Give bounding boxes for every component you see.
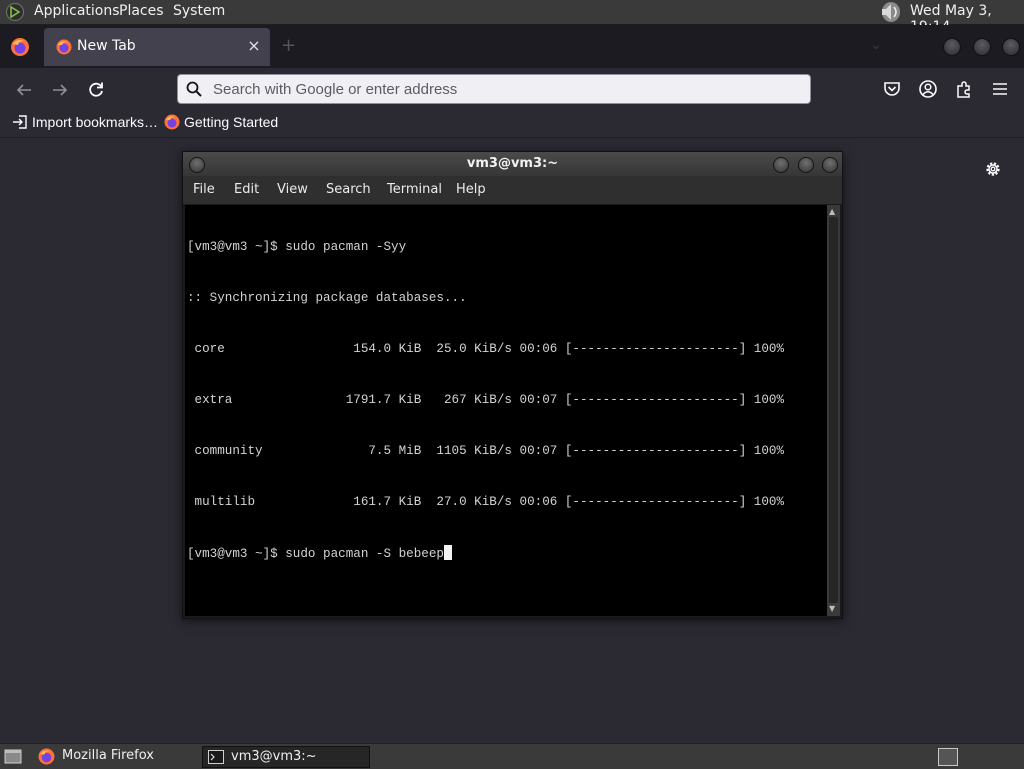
terminal-line: community 7.5 MiB 1105 KiB/s 00:07 [----… (187, 444, 785, 458)
menu-search[interactable]: Search (326, 182, 371, 197)
firefox-menu-icon[interactable] (10, 37, 30, 57)
import-icon (13, 115, 27, 129)
terminal-line: multilib 161.7 KiB 27.0 KiB/s 00:06 [---… (187, 495, 785, 509)
hamburger-menu-icon[interactable] (990, 79, 1010, 99)
terminal-line: [vm3@vm3 ~]$ sudo pacman -Syy (187, 240, 407, 254)
search-icon (186, 81, 202, 97)
reload-icon[interactable] (85, 79, 107, 101)
bookmark-import[interactable]: Import bookmarks… (12, 114, 158, 130)
close-window-button[interactable] (1002, 38, 1020, 56)
workspace-switcher[interactable] (938, 748, 958, 766)
menu-applications[interactable]: Applications (34, 3, 120, 19)
terminal-line: extra 1791.7 KiB 267 KiB/s 00:07 [------… (187, 393, 785, 407)
speaker-volume-icon[interactable] (878, 1, 902, 23)
menu-terminal[interactable]: Terminal (387, 182, 442, 197)
forward-arrow-icon[interactable] (49, 79, 71, 101)
menu-help[interactable]: Help (456, 182, 486, 197)
menu-file[interactable]: File (193, 182, 215, 197)
terminal-line: core 154.0 KiB 25.0 KiB/s 00:06 [-------… (187, 342, 785, 356)
terminal-window[interactable]: vm3@vm3:~ File Edit View Search Terminal… (182, 151, 843, 619)
taskbar-item-firefox[interactable]: Mozilla Firefox (34, 746, 198, 766)
bookmarks-toolbar: Import bookmarks… Getting Started (0, 110, 1024, 138)
taskbar-label: Mozilla Firefox (62, 748, 154, 763)
menu-places[interactable]: Places (119, 3, 164, 19)
address-input[interactable] (211, 78, 795, 100)
close-button[interactable] (822, 157, 838, 173)
menu-system[interactable]: System (173, 3, 225, 19)
pocket-icon[interactable] (882, 79, 902, 99)
firefox-icon (164, 114, 180, 130)
tab-title: New Tab (77, 38, 136, 54)
show-desktop-icon[interactable] (4, 747, 22, 765)
new-tab-button[interactable]: + (281, 35, 296, 56)
scroll-up-arrow-icon[interactable]: ▲ (829, 207, 835, 216)
bookmark-getting-started[interactable]: Getting Started (164, 114, 278, 130)
terminal-menubar: File Edit View Search Terminal Help (183, 176, 842, 204)
close-tab-icon[interactable]: × (244, 36, 264, 56)
gear-icon[interactable] (984, 160, 1002, 178)
taskbar-item-terminal[interactable]: vm3@vm3:~ (202, 746, 370, 768)
tab-strip: New Tab × + ⌄ (0, 25, 1024, 68)
navigation-toolbar (0, 68, 1024, 110)
terminal-icon (208, 750, 224, 764)
terminal-prompt-line[interactable]: [vm3@vm3 ~]$ sudo pacman -S bebeep (185, 545, 827, 562)
back-arrow-icon[interactable] (13, 79, 35, 101)
tab-new-tab[interactable]: New Tab × (44, 28, 270, 66)
prompt-text: [vm3@vm3 ~]$ sudo pacman -S bebeep (187, 547, 444, 561)
scroll-down-arrow-icon[interactable]: ▼ (829, 604, 835, 613)
taskbar-label: vm3@vm3:~ (231, 749, 317, 764)
terminal-scrollbar[interactable]: ▲ ▼ (827, 205, 840, 616)
top-panel: Applications Places System Wed May 3, 19… (0, 0, 1024, 35)
terminal-titlebar[interactable]: vm3@vm3:~ (183, 152, 842, 176)
maximize-button[interactable] (798, 157, 814, 173)
terminal-line: :: Synchronizing package databases... (187, 291, 467, 305)
menu-view[interactable]: View (277, 182, 308, 197)
distro-logo-icon[interactable] (5, 2, 25, 22)
list-all-tabs-icon[interactable]: ⌄ (870, 37, 882, 53)
menu-edit[interactable]: Edit (234, 182, 259, 197)
terminal-screen[interactable]: [vm3@vm3 ~]$ sudo pacman -Syy :: Synchro… (185, 205, 827, 616)
bookmark-label: Import bookmarks… (32, 114, 159, 130)
minimize-button[interactable] (773, 157, 789, 173)
maximize-window-button[interactable] (973, 38, 991, 56)
scrollbar-thumb[interactable] (829, 217, 838, 603)
address-bar[interactable] (177, 74, 811, 104)
bookmark-label: Getting Started (184, 114, 279, 130)
firefox-icon (56, 39, 72, 55)
minimize-window-button[interactable] (943, 38, 961, 56)
extensions-icon[interactable] (954, 79, 974, 99)
bottom-taskbar: Mozilla Firefox vm3@vm3:~ (0, 743, 1024, 769)
text-cursor (443, 545, 452, 560)
account-icon[interactable] (918, 79, 938, 99)
firefox-icon (38, 748, 55, 765)
terminal-title: vm3@vm3:~ (466, 156, 559, 171)
